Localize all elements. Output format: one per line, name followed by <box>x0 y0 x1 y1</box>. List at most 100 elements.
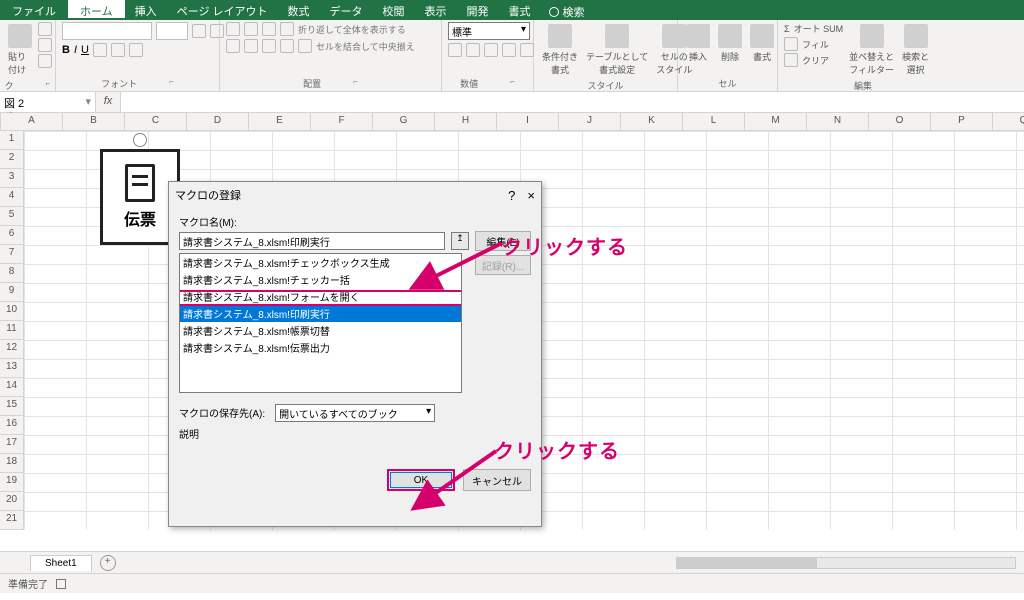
tab-developer[interactable]: 開発 <box>457 0 499 20</box>
merge-center-button[interactable]: セルを結合して中央揃え <box>316 40 415 53</box>
row-header[interactable]: 20 <box>0 492 24 511</box>
sort-filter-button[interactable]: 並べ替えと フィルター <box>847 22 896 78</box>
tab-review[interactable]: 校閲 <box>373 0 415 20</box>
orientation-icon[interactable] <box>280 22 294 36</box>
cut-icon[interactable] <box>38 22 52 36</box>
row-header[interactable]: 13 <box>0 359 24 378</box>
row-header[interactable]: 9 <box>0 283 24 302</box>
col-header[interactable]: F <box>311 113 373 130</box>
tab-view[interactable]: 表示 <box>415 0 457 20</box>
cells-grid[interactable]: 伝票 マクロの登録 ? × マクロ名(M): ↥ 編集( <box>24 131 1024 530</box>
align-left-icon[interactable] <box>226 39 240 53</box>
tab-page-layout[interactable]: ページ レイアウト <box>167 0 278 20</box>
dialog-close-button[interactable]: × <box>527 188 535 203</box>
underline-button[interactable]: U <box>81 44 89 56</box>
align-bottom-icon[interactable] <box>262 22 276 36</box>
list-item[interactable]: 請求書システム_8.xlsm!チェックボックス生成 <box>180 254 461 271</box>
tab-format[interactable]: 書式 <box>499 0 541 20</box>
list-item[interactable]: 請求書システム_8.xlsm!伝票出力 <box>180 339 461 356</box>
font-color-icon[interactable] <box>129 43 143 57</box>
row-header[interactable]: 17 <box>0 435 24 454</box>
list-item[interactable]: 請求書システム_8.xlsm!印刷実行 <box>180 305 461 322</box>
indent-dec-icon[interactable] <box>280 39 294 53</box>
format-as-table-button[interactable]: テーブルとして 書式設定 <box>584 22 650 78</box>
bold-button[interactable]: B <box>62 44 70 56</box>
col-header[interactable]: A <box>1 113 63 130</box>
find-select-button[interactable]: 検索と 選択 <box>900 22 931 78</box>
col-header[interactable]: H <box>435 113 497 130</box>
format-painter-icon[interactable] <box>38 54 52 68</box>
row-header[interactable]: 21 <box>0 511 24 530</box>
insert-cells-button[interactable]: 挿入 <box>684 22 712 65</box>
align-middle-icon[interactable] <box>244 22 258 36</box>
clear-button[interactable]: クリア <box>784 53 843 67</box>
tab-file[interactable]: ファイル <box>0 0 68 20</box>
row-header[interactable]: 11 <box>0 321 24 340</box>
col-header[interactable]: L <box>683 113 745 130</box>
dialog-help-button[interactable]: ? <box>508 188 515 203</box>
macro-name-input[interactable] <box>179 232 445 250</box>
fill-button[interactable]: フィル <box>784 37 843 51</box>
border-icon[interactable] <box>93 43 107 57</box>
row-header[interactable]: 12 <box>0 340 24 359</box>
col-header[interactable]: D <box>187 113 249 130</box>
increase-font-icon[interactable] <box>192 24 206 38</box>
row-header[interactable]: 2 <box>0 150 24 169</box>
percent-icon[interactable] <box>466 43 480 57</box>
italic-button[interactable]: I <box>74 44 77 56</box>
inc-decimal-icon[interactable] <box>502 43 516 57</box>
tab-insert[interactable]: 挿入 <box>125 0 167 20</box>
macro-listbox[interactable]: 請求書システム_8.xlsm!チェックボックス生成請求書システム_8.xlsm!… <box>179 253 462 393</box>
paste-button[interactable]: 貼り付け <box>6 22 34 78</box>
indent-inc-icon[interactable] <box>298 39 312 53</box>
macro-store-select[interactable]: 開いているすべてのブック▾ <box>275 404 435 422</box>
row-header[interactable]: 10 <box>0 302 24 321</box>
col-header[interactable]: J <box>559 113 621 130</box>
tab-data[interactable]: データ <box>320 0 373 20</box>
tab-home[interactable]: ホーム <box>68 0 125 20</box>
row-header[interactable]: 18 <box>0 454 24 473</box>
col-header[interactable]: Q <box>993 113 1024 130</box>
row-header[interactable]: 15 <box>0 397 24 416</box>
fill-color-icon[interactable] <box>111 43 125 57</box>
row-header[interactable]: 4 <box>0 188 24 207</box>
font-size-select[interactable] <box>156 22 188 40</box>
col-header[interactable]: P <box>931 113 993 130</box>
horizontal-scrollbar[interactable] <box>118 557 1024 569</box>
row-header[interactable]: 8 <box>0 264 24 283</box>
col-header[interactable]: M <box>745 113 807 130</box>
tab-formulas[interactable]: 数式 <box>278 0 320 20</box>
list-item[interactable]: 請求書システム_8.xlsm!帳票切替 <box>180 322 461 339</box>
dec-decimal-icon[interactable] <box>520 43 534 57</box>
align-right-icon[interactable] <box>262 39 276 53</box>
row-header[interactable]: 14 <box>0 378 24 397</box>
col-header[interactable]: B <box>63 113 125 130</box>
rotate-handle[interactable] <box>133 133 147 147</box>
number-format-select[interactable]: 標準▾ <box>448 22 530 40</box>
row-header[interactable]: 19 <box>0 473 24 492</box>
col-header[interactable]: I <box>497 113 559 130</box>
row-header[interactable]: 1 <box>0 131 24 150</box>
col-header[interactable]: K <box>621 113 683 130</box>
formula-bar[interactable] <box>120 92 1024 112</box>
row-header[interactable]: 16 <box>0 416 24 435</box>
col-header[interactable]: N <box>807 113 869 130</box>
tell-me-search[interactable]: 検索 <box>541 0 593 20</box>
col-header[interactable]: G <box>373 113 435 130</box>
new-sheet-button[interactable]: + <box>100 555 116 571</box>
font-name-select[interactable] <box>62 22 152 40</box>
autosum-button[interactable]: Σオート SUM <box>784 22 843 35</box>
align-top-icon[interactable] <box>226 22 240 36</box>
fx-button[interactable]: fx <box>96 92 120 112</box>
wrap-text-button[interactable]: 折り返して全体を表示する <box>298 23 406 36</box>
list-item[interactable]: 請求書システム_8.xlsm!フォームを開く <box>180 288 461 305</box>
name-box[interactable]: 図 2▾ <box>0 92 96 112</box>
macro-record-icon[interactable] <box>56 579 66 589</box>
copy-icon[interactable] <box>38 38 52 52</box>
row-header[interactable]: 5 <box>0 207 24 226</box>
delete-cells-button[interactable]: 削除 <box>716 22 744 65</box>
col-header[interactable]: E <box>249 113 311 130</box>
list-item[interactable]: 請求書システム_8.xlsm!チェッカー括 <box>180 271 461 288</box>
col-header[interactable]: O <box>869 113 931 130</box>
align-center-icon[interactable] <box>244 39 258 53</box>
